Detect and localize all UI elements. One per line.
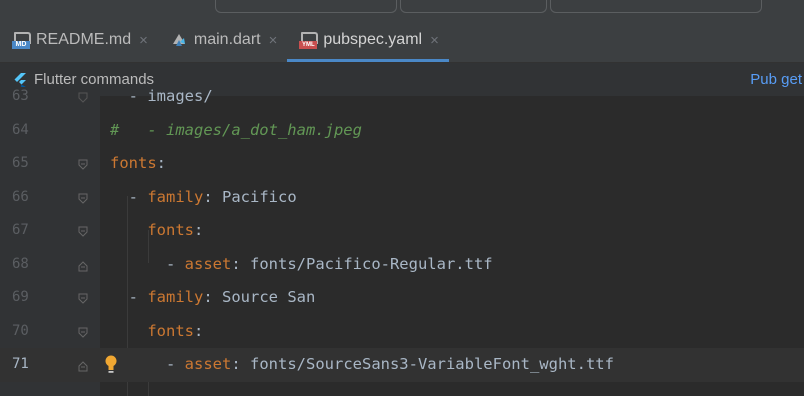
- fold-open-icon[interactable]: [78, 191, 88, 204]
- code-line: 63 - images/: [0, 80, 804, 114]
- code-line: 70 fonts:: [0, 315, 804, 349]
- code-line: 65 fonts:: [0, 147, 804, 181]
- code-line: 64 # - images/a_dot_ham.jpeg: [0, 114, 804, 148]
- toolbar-segment[interactable]: [550, 0, 762, 13]
- code-text: - asset: fonts/SourceSans3-VariableFont_…: [110, 355, 614, 373]
- line-number: 66: [12, 188, 29, 205]
- tab-main-dart[interactable]: main.dart ×: [158, 18, 287, 62]
- code-text: - family: Pacifico: [110, 187, 297, 206]
- code-text: fonts:: [147, 221, 204, 239]
- fold-open-icon[interactable]: [78, 157, 88, 170]
- close-icon[interactable]: ×: [139, 32, 148, 49]
- fold-end-icon[interactable]: [78, 258, 88, 271]
- code-line: 67 fonts:: [0, 214, 804, 248]
- fold-open-icon[interactable]: [78, 291, 88, 304]
- yaml-file-icon: YML: [299, 31, 319, 49]
- code-text: - images/: [110, 87, 213, 105]
- dart-file-icon: [170, 31, 188, 49]
- code-editor[interactable]: 63 - images/ 64 # - images/a_dot_ham.jpe…: [0, 87, 804, 396]
- fold-open-icon[interactable]: [78, 325, 88, 338]
- tab-label: main.dart: [193, 31, 261, 48]
- line-number: 67: [12, 222, 29, 238]
- fold-marker-icon[interactable]: [78, 90, 88, 103]
- code-line-current: 71 - asset: fonts/SourceSans3-VariableFo…: [0, 348, 804, 382]
- close-icon[interactable]: ×: [269, 32, 278, 49]
- close-icon[interactable]: ×: [430, 32, 439, 49]
- tab-pubspec-yaml[interactable]: YML pubspec.yaml ×: [287, 18, 450, 62]
- code-line: 68 - asset: fonts/Pacifico-Regular.ttf: [0, 248, 804, 282]
- tab-label: README.md: [36, 31, 132, 48]
- tab-readme[interactable]: MD README.md ×: [0, 18, 158, 62]
- line-number: 63: [12, 88, 29, 104]
- tab-label: pubspec.yaml: [323, 31, 423, 48]
- code-line: 66 - family: Pacifico: [0, 181, 804, 215]
- toolbar-segment[interactable]: [400, 0, 547, 13]
- toolbar-segment[interactable]: [215, 0, 397, 13]
- line-number: 65: [12, 155, 29, 171]
- fold-open-icon[interactable]: [78, 224, 88, 237]
- code-text: - asset: fonts/Pacifico-Regular.ttf: [110, 254, 493, 273]
- code-text: fonts:: [147, 321, 204, 340]
- code-text: fonts:: [110, 154, 167, 172]
- line-number: 70: [12, 322, 29, 339]
- line-number: 69: [12, 289, 29, 305]
- markdown-file-icon: MD: [12, 31, 31, 49]
- code-comment: # - images/a_dot_ham.jpeg: [110, 120, 362, 139]
- code-line: 69 - family: Source San: [0, 281, 804, 315]
- editor-tab-bar: MD README.md × main.dart × YML pubspec.y…: [0, 18, 804, 63]
- fold-end-icon[interactable]: [78, 358, 88, 372]
- line-number: 64: [12, 121, 29, 138]
- code-text: - family: Source San: [110, 288, 316, 306]
- top-toolbar-strip: [0, 0, 804, 18]
- line-number: 71: [12, 356, 29, 372]
- line-number: 68: [12, 255, 29, 272]
